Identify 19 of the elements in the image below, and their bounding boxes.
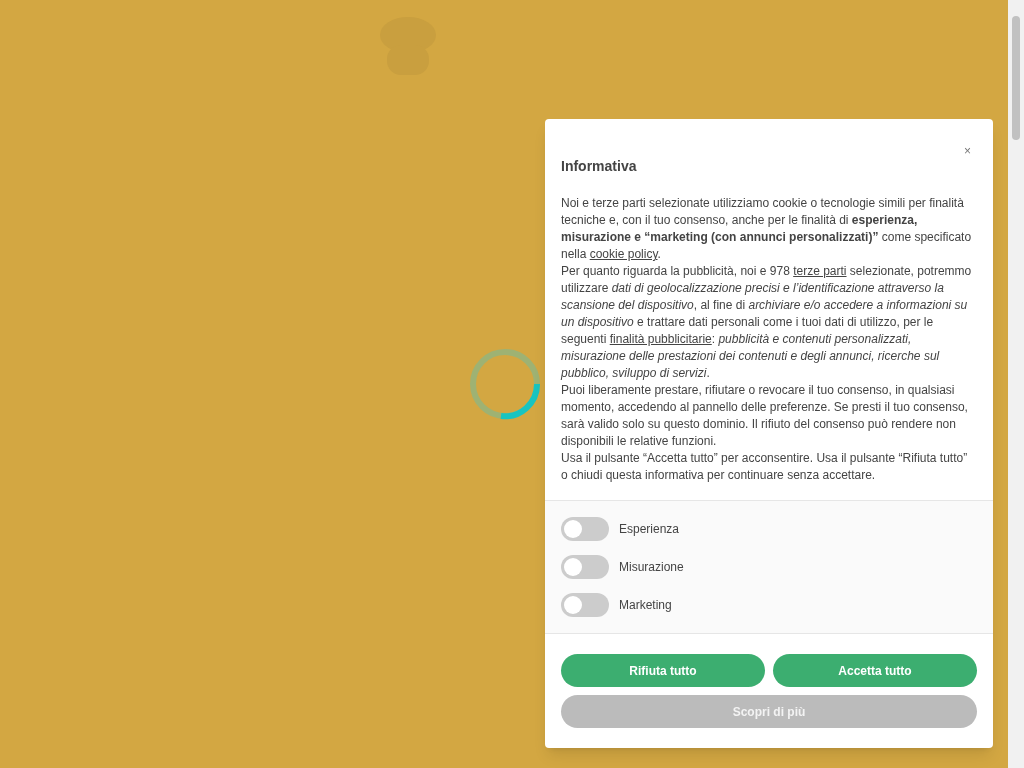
consent-button[interactable]: Rifiuta tutto bbox=[561, 654, 765, 687]
dialog-paragraph: Puoi liberamente prestare, rifiutare o revocare il tuo consenso, in qualsiasi momento, accedendo al pannello delle preferenze. Se presti il tuo consenso, sarà valido solo su questo dominio. Il rifiuto del consenso può rendere non disponibili le relative funzioni. bbox=[561, 382, 969, 450]
scrollbar[interactable] bbox=[1008, 0, 1024, 768]
close-button[interactable]: × bbox=[964, 145, 971, 157]
toggle-label: Marketing bbox=[619, 597, 672, 614]
text-link[interactable]: finalità pubblicitarie bbox=[609, 332, 712, 346]
loading-spinner bbox=[469, 348, 541, 420]
toggle-switch[interactable] bbox=[561, 593, 609, 617]
dialog-title: Informativa bbox=[561, 157, 637, 176]
text-link[interactable]: terze parti bbox=[793, 264, 847, 278]
dialog-paragraph: Per quanto riguarda la pubblicità, noi e 978 terze parti selezionate, potremmo utilizzare dati di geolocalizzazione precisi e l’identificazione attraverso la scansione del dispositivo, al fine di archiviare e/o accedere a informazioni su un dispositivo e trattare dati personali come i tuoi dati di utilizzo, per le seguenti finalità pubblicitarie: pubblicità e contenuti personalizzati, misurazione delle prestazioni dei contenuti e degli annunci, ricerche sul pubblico, sviluppo di servizi. bbox=[561, 263, 973, 382]
text-link[interactable]: cookie policy bbox=[589, 247, 658, 261]
toggle-label: Esperienza bbox=[619, 521, 680, 538]
toggle-label: Misurazione bbox=[619, 559, 684, 576]
toggle-switch[interactable] bbox=[561, 517, 609, 541]
dialog-paragraph: Noi e terze parti selezionate utilizziamo cookie o tecnologie simili per finalità tecniche e, con il tuo consenso, anche per le finalità di esperienza, misurazione e “marketing (con annunci personalizzati)” come specificato nella cookie policy. bbox=[561, 195, 973, 263]
dialog-paragraph: Usa il pulsante “Accetta tutto” per acconsentire. Usa il pulsante “Rifiuta tutto” o chiudi questa informativa per continuare senza accettare. bbox=[561, 450, 969, 484]
toggle-switch[interactable] bbox=[561, 555, 609, 579]
consent-button[interactable]: Accetta tutto bbox=[773, 654, 977, 687]
